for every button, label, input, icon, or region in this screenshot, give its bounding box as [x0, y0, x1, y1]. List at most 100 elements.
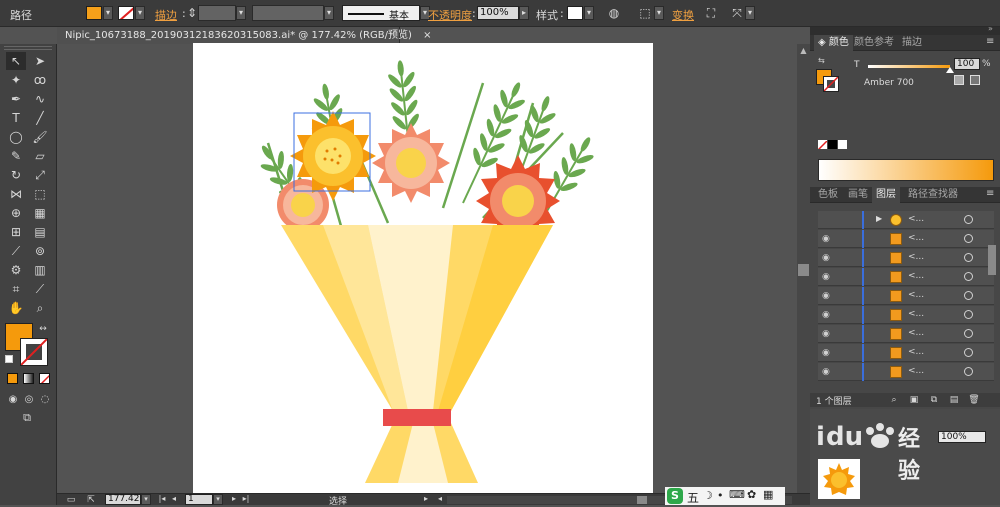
opacity-link[interactable]: 不透明度: [428, 7, 472, 23]
color-mode-icon[interactable]: [7, 373, 18, 384]
recolor-icon[interactable]: ◍: [606, 6, 622, 20]
page-field[interactable]: 1: [185, 494, 213, 505]
perspective-grid-tool-icon[interactable]: ▦: [30, 204, 50, 222]
new-sublayer-icon[interactable]: ⧉: [928, 393, 940, 407]
stroke-weight-dropdown[interactable]: ▾: [236, 6, 246, 20]
tab-stroke[interactable]: 描边: [898, 35, 926, 51]
last-page-icon[interactable]: ▸|: [241, 492, 251, 506]
zoom-field[interactable]: 177.42: [105, 494, 141, 505]
layers-scroll-thumb[interactable]: [988, 245, 996, 275]
tab-color-guide[interactable]: 颜色参考: [850, 35, 898, 51]
eye-icon[interactable]: ◉: [822, 253, 832, 263]
stroke-color-box[interactable]: [20, 338, 48, 366]
default-colors-icon[interactable]: [5, 355, 13, 363]
target-icon[interactable]: [964, 348, 973, 357]
tab-brushes[interactable]: 画笔: [844, 187, 872, 203]
layer-row[interactable]: ◉ <...: [818, 249, 994, 267]
status-menu-icon[interactable]: ▸: [421, 492, 431, 506]
align-dropdown[interactable]: ▾: [654, 6, 664, 20]
target-icon[interactable]: [964, 367, 973, 376]
make-clipping-mask-icon[interactable]: ▣: [908, 393, 920, 407]
stroke-weight-field[interactable]: [198, 5, 236, 21]
draw-behind-icon[interactable]: ◎: [22, 393, 36, 407]
first-page-icon[interactable]: |◂: [157, 492, 167, 506]
tint-slider-thumb[interactable]: [946, 67, 954, 73]
transform-options-icon[interactable]: ⤧: [729, 6, 745, 20]
mesh-tool-icon[interactable]: ⊞: [6, 223, 26, 241]
layer-row-group[interactable]: ▶ <...: [818, 211, 994, 229]
delete-layer-icon[interactable]: 🗑: [968, 393, 980, 407]
color-panel-menu-icon[interactable]: ≡: [986, 36, 994, 47]
artboard[interactable]: [193, 43, 653, 494]
stroke-stepper[interactable]: ⇕: [187, 6, 197, 20]
transform-options-dropdown[interactable]: ▾: [745, 6, 755, 20]
panel-dock-bar[interactable]: »: [810, 24, 1000, 35]
target-icon[interactable]: [964, 291, 973, 300]
layer-row[interactable]: ◉ <...: [818, 306, 994, 324]
shape-builder-tool-icon[interactable]: ⊕: [6, 204, 26, 222]
brush-definition-field[interactable]: 基本: [342, 5, 420, 22]
hscroll-left-icon[interactable]: ◂: [435, 492, 445, 506]
draw-inside-icon[interactable]: ◌: [38, 393, 52, 407]
zoom-tool-icon[interactable]: ⌕: [30, 299, 50, 317]
fill-swatch[interactable]: [86, 6, 102, 20]
eye-icon[interactable]: ◉: [822, 272, 832, 282]
color-spectrum-ramp[interactable]: [818, 159, 994, 181]
toolbar-grip[interactable]: [4, 46, 52, 50]
none-mode-icon[interactable]: [39, 373, 50, 384]
layer-row[interactable]: ◉ <...: [818, 268, 994, 286]
swap-fill-stroke-icon[interactable]: ↔: [38, 322, 48, 336]
screen-mode-icon[interactable]: ⧉: [18, 411, 36, 425]
transform-link[interactable]: 变换: [672, 7, 694, 23]
opacity-dropdown[interactable]: ▸: [519, 6, 529, 20]
align-icon[interactable]: ⬚: [637, 6, 653, 20]
target-icon[interactable]: [964, 310, 973, 319]
symbol-sprayer-tool-icon[interactable]: ⚙: [6, 261, 26, 279]
skin-icon[interactable]: ✿: [747, 488, 756, 501]
layer-row[interactable]: ◉ <...: [818, 344, 994, 362]
slice-tool-icon[interactable]: ⟋: [30, 280, 50, 298]
magic-wand-tool-icon[interactable]: ✦: [6, 71, 26, 89]
isolate-icon[interactable]: ⛶: [703, 6, 719, 20]
graphic-style-dropdown[interactable]: ▾: [584, 6, 594, 20]
moon-icon[interactable]: ☽: [703, 489, 713, 502]
ellipse-tool-icon[interactable]: ◯: [6, 128, 26, 146]
hscroll-thumb[interactable]: [637, 496, 647, 504]
tab-color[interactable]: ◈ 颜色: [814, 35, 853, 51]
color-swap-icon[interactable]: ⇆: [818, 56, 828, 66]
layer-row[interactable]: ◉ <...: [818, 325, 994, 343]
gradient-tool-icon[interactable]: ▤: [30, 223, 50, 241]
out-of-web-warning-icon[interactable]: [954, 75, 964, 85]
zoom-dropdown[interactable]: ▾: [141, 494, 151, 505]
toolbox-icon[interactable]: ▦: [763, 488, 773, 501]
locate-object-icon[interactable]: ⌕: [888, 393, 900, 407]
pencil-tool-icon[interactable]: ✎: [6, 147, 26, 165]
eye-icon[interactable]: ◉: [822, 348, 832, 358]
black-swatch[interactable]: [828, 140, 837, 149]
white-swatch[interactable]: [838, 140, 847, 149]
page-dropdown[interactable]: ▾: [213, 494, 223, 505]
pen-tool-icon[interactable]: ✒: [6, 90, 26, 108]
vertical-scrollbar[interactable]: ▲: [797, 44, 810, 493]
sogou-s-icon[interactable]: S: [667, 488, 683, 504]
eraser-tool-icon[interactable]: ▱: [30, 147, 50, 165]
dock-collapse-icon[interactable]: »: [988, 24, 993, 33]
keyboard-icon[interactable]: ⌨: [729, 488, 745, 501]
line-tool-icon[interactable]: ╱: [30, 109, 50, 127]
direct-selection-tool-icon[interactable]: ➤: [30, 52, 50, 70]
target-icon[interactable]: [964, 215, 973, 224]
ime-mode-label[interactable]: 五: [687, 489, 699, 506]
variable-width-dropdown[interactable]: ▾: [324, 6, 334, 20]
rotate-tool-icon[interactable]: ↻: [6, 166, 26, 184]
free-transform-tool-icon[interactable]: ⬚: [30, 185, 50, 203]
eye-icon[interactable]: ◉: [822, 291, 832, 301]
layers-panel-menu-icon[interactable]: ≡: [986, 188, 994, 199]
paintbrush-tool-icon[interactable]: 🖌: [30, 128, 50, 146]
graphic-style-swatch[interactable]: [567, 6, 583, 20]
hand-tool-icon[interactable]: ✋: [6, 299, 26, 317]
document-close-icon[interactable]: ×: [423, 30, 431, 41]
target-icon[interactable]: [964, 234, 973, 243]
target-icon[interactable]: [964, 272, 973, 281]
draw-normal-icon[interactable]: ◉: [6, 393, 20, 407]
variable-width-field[interactable]: [252, 5, 324, 21]
